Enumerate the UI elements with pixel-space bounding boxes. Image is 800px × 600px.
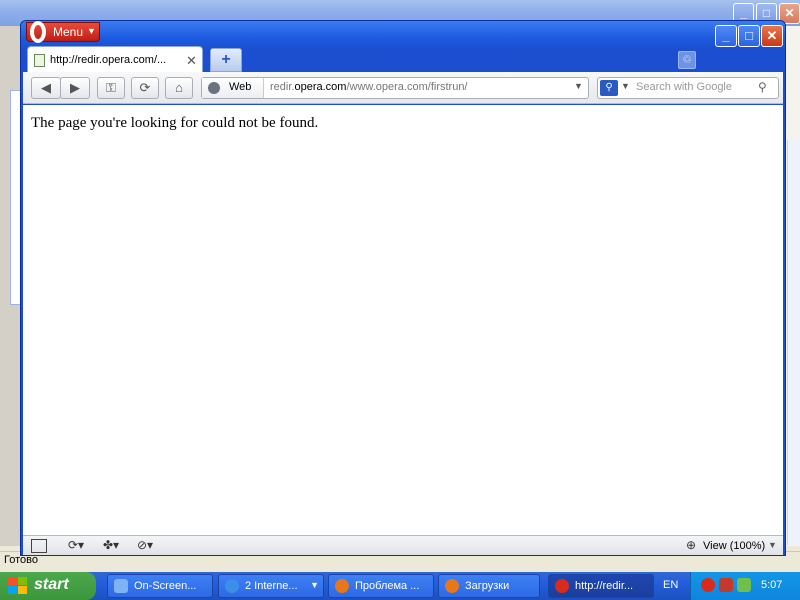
taskbar-item-onscreen[interactable]: On-Screen...: [107, 574, 213, 598]
page-content: The page you're looking for could not be…: [23, 105, 783, 535]
firefox-icon: [445, 579, 459, 593]
zoom-label[interactable]: View (100%): [703, 540, 765, 552]
address-bar[interactable]: Web redir.opera.com/www.opera.com/firstr…: [201, 77, 589, 99]
web-scope-label: Web: [229, 81, 252, 93]
opera-menu-label: Menu: [53, 25, 84, 39]
browser-statusbar: ⟳▾ ✤▾ ⊘▾ ⊕ View (100%) ▼: [23, 535, 783, 555]
firefox-icon: [335, 579, 349, 593]
search-box[interactable]: ⚲ ▼ Search with Google ⚲: [597, 77, 779, 99]
keyboard-icon: [114, 579, 128, 593]
chevron-down-icon[interactable]: ▼: [768, 540, 777, 550]
reload-button[interactable]: ⟳: [131, 77, 159, 99]
error-message: The page you're looking for could not be…: [31, 115, 319, 131]
search-engine-selector[interactable]: ⚲ ▼: [600, 80, 630, 96]
language-indicator[interactable]: EN: [663, 579, 678, 591]
chevron-down-icon: ▼: [310, 580, 319, 590]
trash-icon[interactable]: ♲: [678, 51, 696, 69]
taskbar-item-downloads[interactable]: Загрузки: [438, 574, 540, 598]
taskbar-item-opera[interactable]: http://redir...: [548, 574, 654, 598]
sync-icon[interactable]: ⟳▾: [68, 538, 84, 552]
start-button[interactable]: start: [0, 572, 96, 600]
ie-icon: [225, 579, 239, 593]
page-icon: [34, 54, 45, 67]
taskbar: start On-Screen... 2 Interne... ▼ Пробле…: [0, 572, 800, 600]
forward-button[interactable]: ▶: [60, 77, 90, 99]
clock: 5:07: [761, 579, 783, 591]
opera-icon: [555, 579, 569, 593]
home-button[interactable]: ⌂: [165, 77, 193, 99]
panel-toggle-icon[interactable]: [31, 539, 47, 553]
block-icon[interactable]: ⊘▾: [137, 538, 153, 552]
opera-logo-icon: [30, 21, 46, 43]
chevron-down-icon[interactable]: ▼: [574, 81, 583, 91]
new-tab-button[interactable]: +: [210, 48, 242, 72]
back-button[interactable]: ◀: [31, 77, 61, 99]
tab-title: http://redir.opera.com/...: [50, 54, 167, 66]
taskbar-item-internet[interactable]: 2 Interne... ▼: [218, 574, 324, 598]
tab-strip: http://redir.opera.com/... ✕ + ♲: [21, 43, 785, 74]
shield-icon[interactable]: [719, 578, 733, 592]
chevron-down-icon: ▼: [87, 26, 96, 36]
opera-window: Menu ▼ _ □ ✕ http://redir.opera.com/... …: [20, 20, 786, 556]
search-go-icon[interactable]: ⚲: [758, 80, 767, 94]
globe-icon: [208, 82, 220, 94]
zoom-icon: ⊕: [686, 538, 697, 552]
url-text[interactable]: redir.opera.com/www.opera.com/firstrun/: [270, 81, 468, 93]
tab-close-button[interactable]: ✕: [186, 53, 197, 69]
taskbar-item-firefox-problem[interactable]: Проблема ...: [328, 574, 434, 598]
system-tray: 5:07: [690, 572, 800, 600]
opera-menu-button[interactable]: Menu ▼: [26, 21, 100, 43]
start-label: start: [34, 576, 69, 593]
network-icon[interactable]: [737, 578, 751, 592]
unite-icon[interactable]: ✤▾: [103, 538, 119, 552]
windows-logo-icon: [8, 577, 28, 595]
tab-active[interactable]: http://redir.opera.com/... ✕: [27, 46, 203, 74]
search-icon: ⚲: [600, 80, 618, 96]
key-icon[interactable]: ⚿: [97, 77, 125, 99]
navigation-toolbar: ◀ ▶ ⚿ ⟳ ⌂ Web redir.opera.com/www.opera.…: [23, 72, 783, 104]
opera-tray-icon[interactable]: [701, 578, 715, 592]
search-placeholder: Search with Google: [636, 81, 732, 93]
web-scope-chip[interactable]: Web: [202, 78, 264, 98]
chevron-down-icon: ▼: [621, 81, 630, 91]
background-scrollbar[interactable]: [787, 140, 800, 545]
